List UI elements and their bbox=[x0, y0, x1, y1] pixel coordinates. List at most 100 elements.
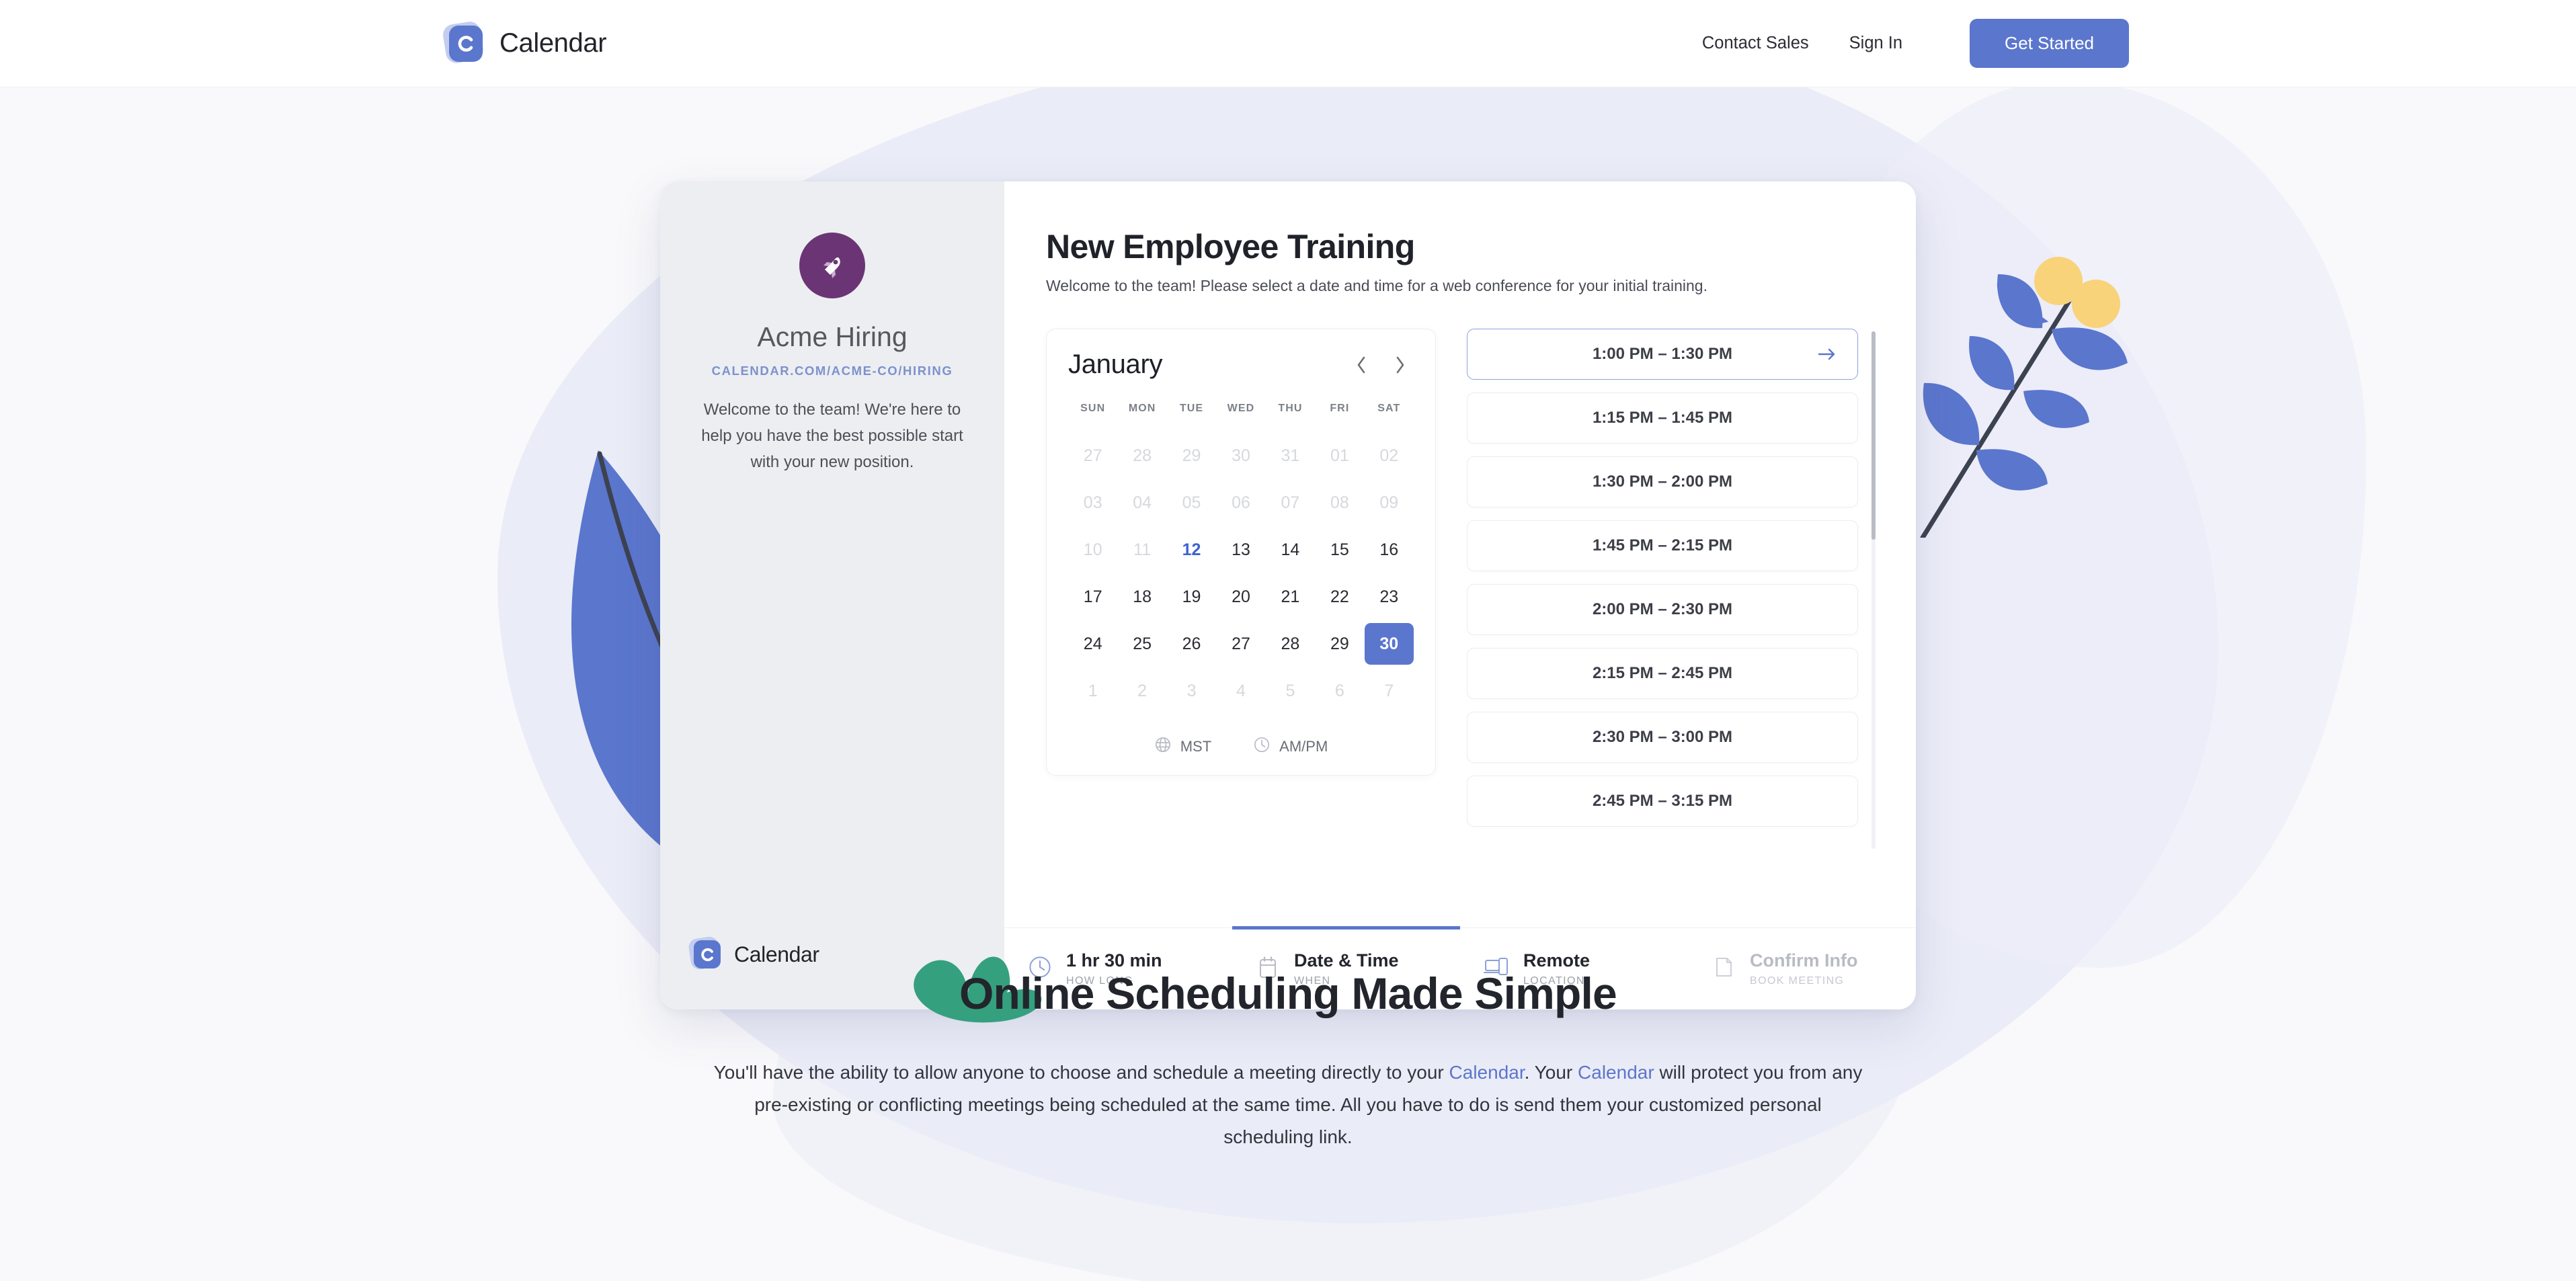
time-slot-label: 1:15 PM – 1:45 PM bbox=[1592, 409, 1733, 427]
time-slot-list: 1:00 PM – 1:30 PM 1:15 PM – 1:45 PM 1:30 P… bbox=[1467, 329, 1876, 866]
arrow-right-icon[interactable] bbox=[1817, 347, 1837, 362]
calendar-day: 5 bbox=[1285, 681, 1295, 700]
calendar-day: 2 bbox=[1137, 681, 1148, 700]
calendar-weekday-header: FRI bbox=[1330, 403, 1350, 414]
section-heading: Online Scheduling Made Simple bbox=[959, 968, 1617, 1018]
calendar-day: 1 bbox=[1088, 681, 1098, 700]
clock-icon bbox=[1253, 736, 1271, 757]
globe-icon bbox=[1154, 736, 1172, 757]
time-slot-scrollbar[interactable] bbox=[1871, 331, 1876, 849]
nav-link-contact-sales[interactable]: Contact Sales bbox=[1682, 34, 1829, 53]
rocket-icon bbox=[799, 233, 865, 298]
time-slot[interactable]: 2:15 PM – 2:45 PM bbox=[1467, 648, 1858, 699]
calendar-link-1[interactable]: Calendar bbox=[1449, 1062, 1525, 1083]
calendar-day[interactable]: 18 bbox=[1117, 576, 1166, 618]
calendar-day[interactable]: 24 bbox=[1068, 623, 1117, 665]
booking-panel: New Employee Training Welcome to the tea… bbox=[1004, 181, 1916, 1009]
calendar-day: 05 bbox=[1182, 493, 1201, 512]
calendar-day[interactable]: 19 bbox=[1167, 576, 1216, 618]
calendar-day: 06 bbox=[1232, 493, 1250, 512]
calendar-day[interactable]: 16 bbox=[1365, 529, 1414, 571]
calendar-day[interactable]: 13 bbox=[1216, 529, 1265, 571]
calendar-day[interactable]: 17 bbox=[1068, 576, 1117, 618]
calendar-weekday-header: MON bbox=[1128, 403, 1156, 414]
time-slot[interactable]: 2:00 PM – 2:30 PM bbox=[1467, 584, 1858, 635]
organization-panel: Acme Hiring CALENDAR.COM/ACME-CO/HIRING … bbox=[660, 181, 1004, 1009]
calendar-day: 27 bbox=[1083, 446, 1102, 465]
calendar-day: 7 bbox=[1384, 681, 1394, 700]
time-slot-label: 1:00 PM – 1:30 PM bbox=[1592, 345, 1733, 363]
calendar-day: 4 bbox=[1236, 681, 1246, 700]
section-body: You'll have the ability to allow anyone … bbox=[710, 1057, 1866, 1153]
time-slot[interactable]: 1:45 PM – 2:15 PM bbox=[1467, 520, 1858, 571]
timezone-selector[interactable]: MST bbox=[1154, 736, 1211, 757]
scrollbar-thumb[interactable] bbox=[1871, 331, 1876, 540]
get-started-button[interactable]: Get Started bbox=[1970, 19, 2129, 68]
booking-title: New Employee Training bbox=[1046, 228, 1415, 265]
organization-description: Welcome to the team! We're here to help … bbox=[701, 401, 963, 471]
brand-logo-link[interactable]: Calendar bbox=[441, 19, 607, 65]
nav-link-sign-in[interactable]: Sign In bbox=[1829, 34, 1923, 53]
calendar-day: 29 bbox=[1182, 446, 1201, 465]
calendar-c-logo-icon bbox=[441, 19, 485, 65]
calendar-day-selected[interactable]: 30 bbox=[1364, 623, 1414, 665]
calendar-weekday-header: TUE bbox=[1179, 403, 1204, 414]
calendar-day: 04 bbox=[1133, 493, 1152, 512]
calendar-day[interactable]: 29 bbox=[1315, 623, 1364, 665]
time-slot-label: 2:30 PM – 3:00 PM bbox=[1592, 728, 1733, 746]
calendar-day: 11 bbox=[1133, 540, 1152, 559]
brand-name: Calendar bbox=[499, 28, 607, 58]
calendar-day: 6 bbox=[1334, 681, 1344, 700]
calendar-day: 07 bbox=[1281, 493, 1300, 512]
calendar-day[interactable]: 28 bbox=[1266, 623, 1315, 665]
calendar-weekday-header: WED bbox=[1227, 403, 1255, 414]
time-slot-selected[interactable]: 1:00 PM – 1:30 PM bbox=[1467, 329, 1858, 380]
chevron-right-icon[interactable] bbox=[1387, 352, 1414, 378]
calendar-weekday-header: THU bbox=[1278, 403, 1303, 414]
time-slot[interactable]: 2:45 PM – 3:15 PM bbox=[1467, 776, 1858, 827]
calendar-day[interactable]: 22 bbox=[1315, 576, 1364, 618]
calendar-day: 08 bbox=[1330, 493, 1349, 512]
calendar-widget: January SUN MON TUE WED THU FRI SAT 27 28 29 30 3 bbox=[1046, 329, 1436, 776]
booking-card: Acme Hiring CALENDAR.COM/ACME-CO/HIRING … bbox=[660, 181, 1916, 1009]
calendar-day: 03 bbox=[1083, 493, 1102, 512]
calendar-day: 28 bbox=[1133, 446, 1152, 465]
time-slot[interactable]: 2:30 PM – 3:00 PM bbox=[1467, 712, 1858, 763]
booking-subtitle: Welcome to the team! Please select a dat… bbox=[1046, 277, 1707, 294]
calendar-day: 10 bbox=[1083, 540, 1102, 559]
site-header: Calendar Contact Sales Sign In Get Start… bbox=[0, 0, 2576, 87]
calendar-weekday-header: SUN bbox=[1080, 403, 1106, 414]
calendar-day: 3 bbox=[1186, 681, 1197, 700]
time-slot-label: 2:00 PM – 2:30 PM bbox=[1592, 600, 1733, 618]
time-format-label: AM/PM bbox=[1279, 738, 1328, 755]
calendar-day[interactable]: 23 bbox=[1365, 576, 1414, 618]
calendar-day: 30 bbox=[1232, 446, 1250, 465]
calendar-day[interactable]: 21 bbox=[1266, 576, 1315, 618]
calendar-day: 09 bbox=[1379, 493, 1399, 512]
calendar-day: 31 bbox=[1281, 446, 1300, 465]
chevron-left-icon[interactable] bbox=[1348, 352, 1375, 378]
time-slot-label: 1:45 PM – 2:15 PM bbox=[1592, 536, 1733, 554]
hero-section: Acme Hiring CALENDAR.COM/ACME-CO/HIRING … bbox=[0, 87, 2576, 1023]
calendar-day[interactable]: 14 bbox=[1266, 529, 1315, 571]
marketing-section: Online Scheduling Made Simple You'll hav… bbox=[0, 941, 2576, 1153]
calendar-options: MST AM/PM bbox=[1068, 736, 1414, 757]
calendar-day: 01 bbox=[1330, 446, 1349, 465]
calendar-day[interactable]: 15 bbox=[1315, 529, 1364, 571]
organization-url: CALENDAR.COM/ACME-CO/HIRING bbox=[711, 364, 953, 378]
calendar-section: January SUN MON TUE WED THU FRI SAT 27 28 29 30 3 bbox=[1046, 329, 1436, 1009]
time-slot-label: 2:15 PM – 2:45 PM bbox=[1592, 664, 1733, 682]
calendar-link-2[interactable]: Calendar bbox=[1578, 1062, 1654, 1083]
organization-name: Acme Hiring bbox=[757, 321, 908, 352]
calendar-day[interactable]: 12 bbox=[1167, 529, 1216, 571]
time-slot[interactable]: 1:30 PM – 2:00 PM bbox=[1467, 456, 1858, 507]
calendar-day[interactable]: 26 bbox=[1167, 623, 1216, 665]
calendar-day[interactable]: 27 bbox=[1216, 623, 1265, 665]
calendar-day[interactable]: 25 bbox=[1117, 623, 1166, 665]
time-format-selector[interactable]: AM/PM bbox=[1253, 736, 1328, 757]
main-navigation: Contact Sales Sign In Get Started bbox=[1682, 19, 2129, 68]
time-slot-label: 1:30 PM – 2:00 PM bbox=[1592, 472, 1733, 491]
calendar-day[interactable]: 20 bbox=[1216, 576, 1265, 618]
time-slot[interactable]: 1:15 PM – 1:45 PM bbox=[1467, 392, 1858, 444]
calendar-weekday-header: SAT bbox=[1377, 403, 1401, 414]
